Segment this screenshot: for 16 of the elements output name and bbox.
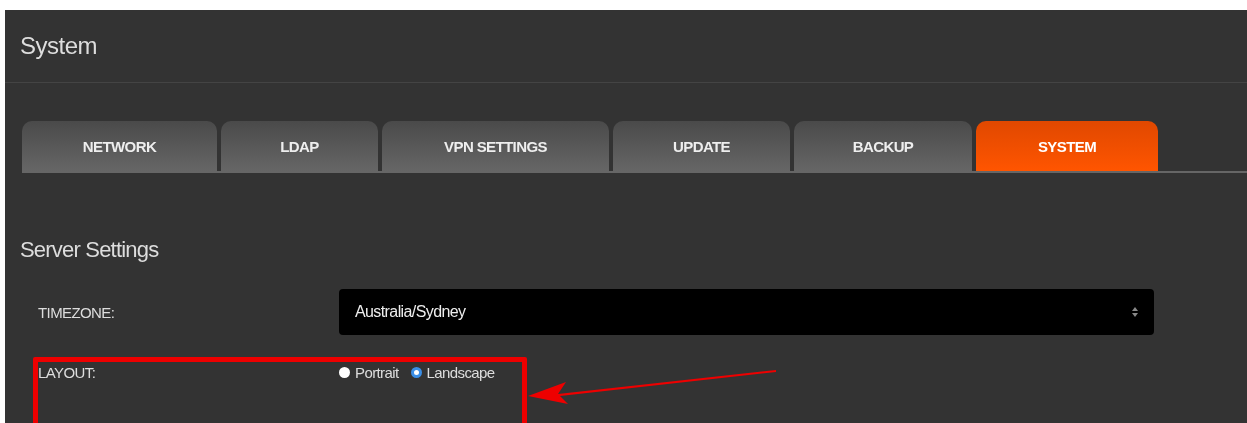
tab[interactable]: VPN SETTINGS bbox=[382, 121, 609, 171]
timezone-select[interactable]: Australia/Sydney bbox=[339, 289, 1154, 335]
tab[interactable]: NETWORK bbox=[22, 121, 217, 171]
tab[interactable]: UPDATE bbox=[613, 121, 790, 171]
field-label: TIMEZONE: bbox=[37, 303, 116, 321]
field-label: LAYOUT: bbox=[37, 363, 97, 381]
sort-arrows-icon bbox=[1132, 307, 1138, 317]
tab[interactable]: SYSTEM bbox=[976, 121, 1158, 171]
radio-button[interactable] bbox=[339, 366, 350, 378]
radio-label[interactable]: Portrait bbox=[355, 363, 399, 381]
tab[interactable]: LDAP bbox=[221, 121, 378, 171]
radio-label[interactable]: Landscape bbox=[426, 363, 495, 381]
radio-button[interactable] bbox=[410, 366, 422, 378]
section-title: Server Settings bbox=[20, 237, 160, 263]
page-title: System bbox=[20, 32, 97, 60]
tab[interactable]: BACKUP bbox=[794, 121, 972, 171]
